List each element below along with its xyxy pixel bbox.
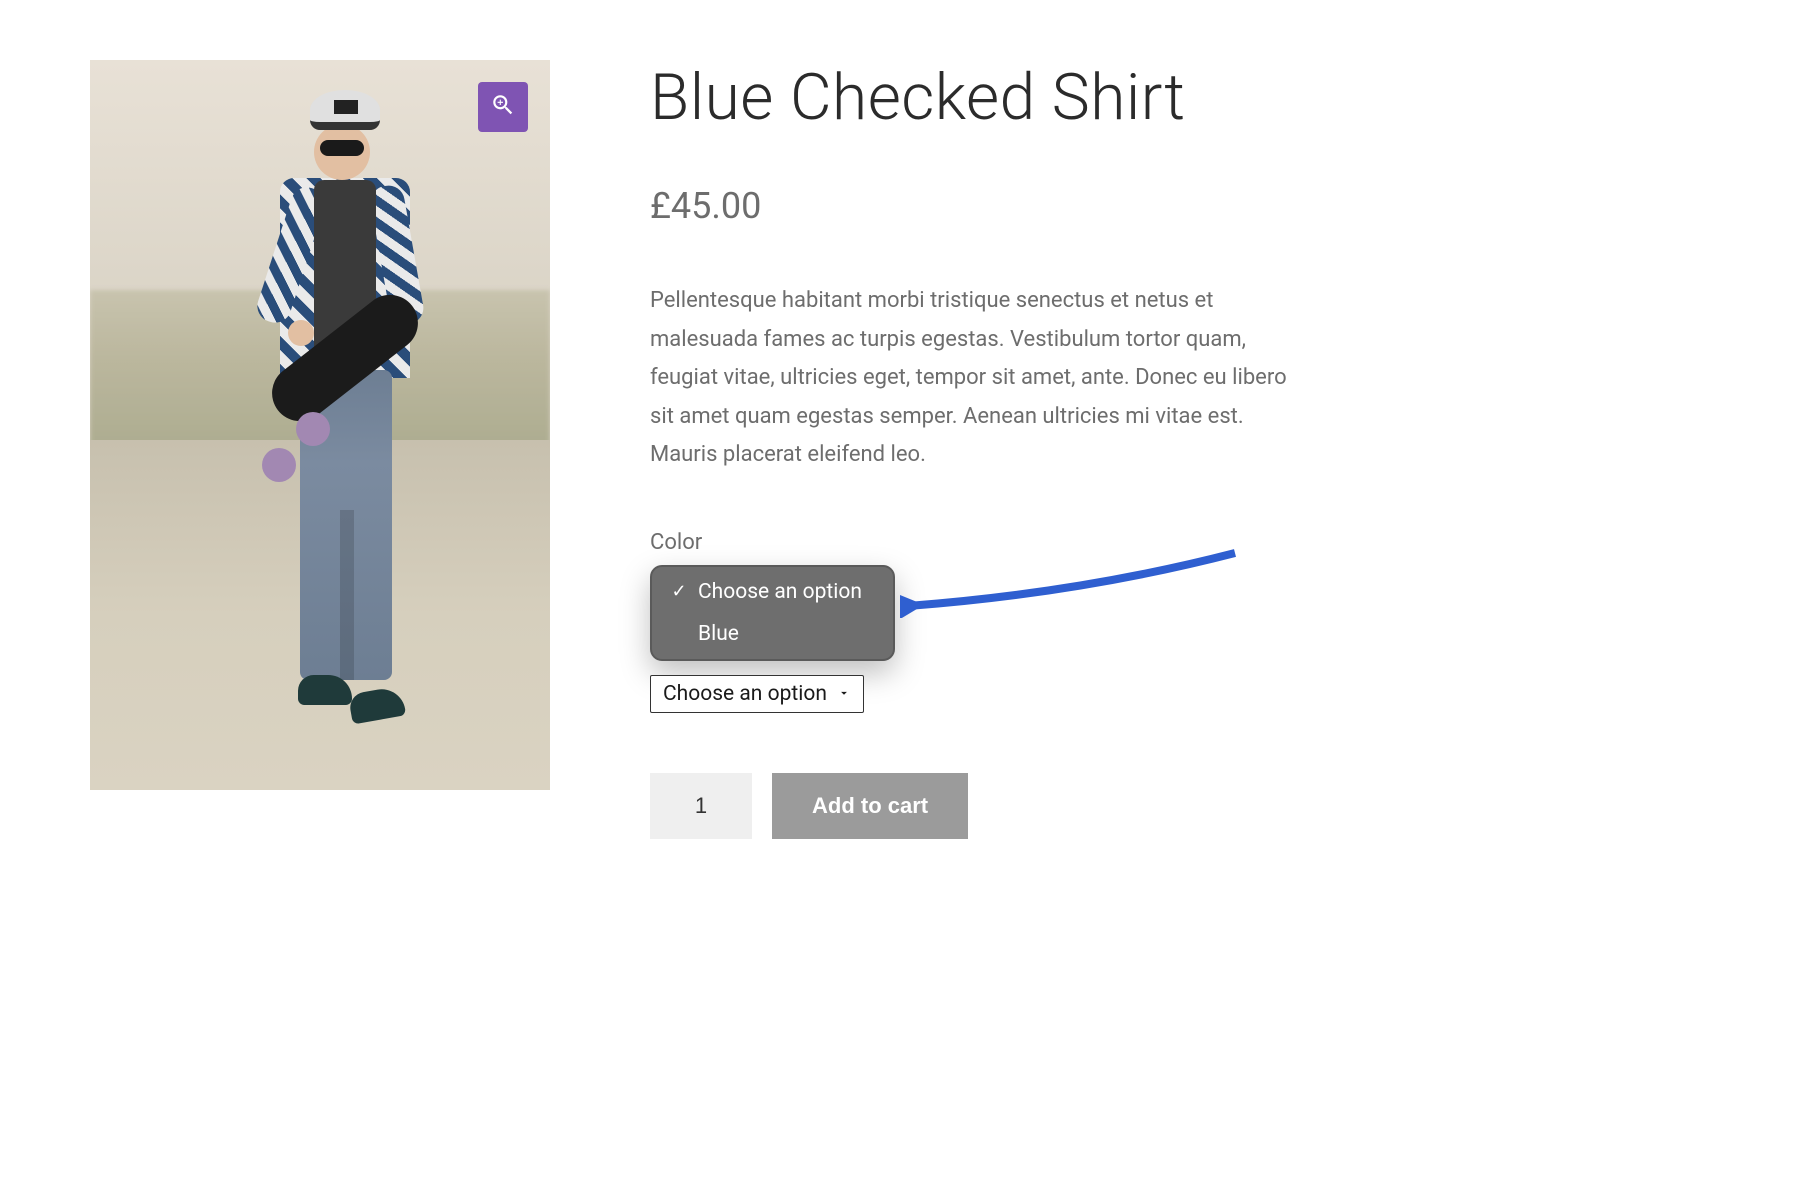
product-description: Pellentesque habitant morbi tristique se… [650,282,1300,475]
color-dropdown-open: ✓ Choose an option Blue [650,565,895,661]
magnify-plus-icon [490,92,516,122]
quantity-input[interactable] [650,773,752,839]
variation-label: Color [650,530,1300,555]
product-info-column: Blue Checked Shirt £45.00 Pellentesque h… [650,60,1300,839]
dropdown-option-blue[interactable]: Blue [652,613,893,655]
dropdown-option-label: Choose an option [698,580,862,604]
select-value: Choose an option [663,682,827,706]
dropdown-option-label: Blue [698,622,739,646]
product-price: £45.00 [650,185,1300,227]
checkmark-icon: ✓ [670,581,688,602]
product-image[interactable] [90,60,550,790]
product-page: Blue Checked Shirt £45.00 Pellentesque h… [90,60,1720,839]
product-title: Blue Checked Shirt [650,60,1300,135]
dropdown-option-placeholder[interactable]: ✓ Choose an option [652,571,893,613]
add-to-cart-row: Add to cart [650,773,1300,839]
color-select[interactable]: Choose an option [650,675,864,713]
chevron-down-icon [837,682,851,706]
product-image-column [90,60,550,790]
zoom-image-button[interactable] [478,82,528,132]
add-to-cart-button[interactable]: Add to cart [772,773,968,839]
